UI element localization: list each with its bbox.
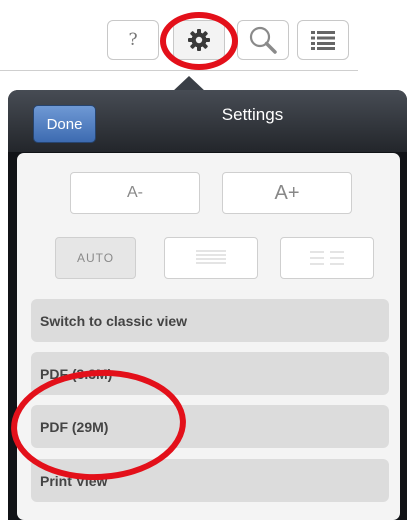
list-button[interactable]: [297, 20, 349, 60]
single-column-icon: [196, 250, 226, 264]
single-column-button[interactable]: [164, 237, 258, 279]
search-button[interactable]: [237, 20, 289, 60]
popover-header: Done: [8, 90, 407, 152]
font-increase-button[interactable]: A+: [222, 172, 352, 214]
highlight-circle-settings: [160, 12, 238, 70]
font-decrease-button[interactable]: A-: [70, 172, 200, 214]
menu-item-classic-view[interactable]: Switch to classic view: [31, 299, 389, 342]
help-label: ?: [128, 30, 138, 50]
layout-auto-button[interactable]: AUTO: [55, 237, 136, 279]
two-column-icon: [310, 251, 344, 265]
list-icon: [311, 31, 335, 50]
done-button[interactable]: Done: [33, 105, 96, 143]
two-column-button[interactable]: [280, 237, 374, 279]
toolbar-divider: [0, 70, 358, 71]
search-icon: [249, 26, 277, 54]
help-button[interactable]: ?: [107, 20, 159, 60]
